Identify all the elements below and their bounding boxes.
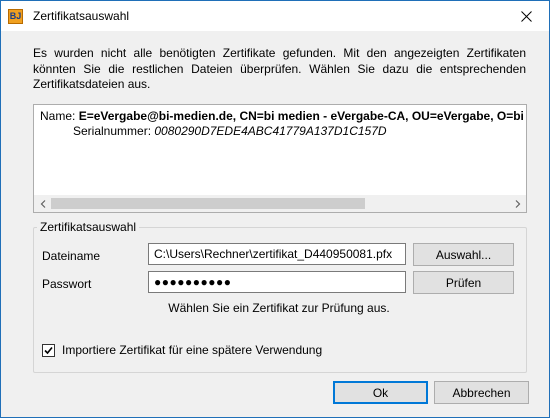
password-field[interactable]: ●●●●●●●●●● [148,271,406,293]
chevron-right-icon [515,199,520,208]
chevron-left-icon [40,199,45,208]
certificate-serial-row: Serialnummer: 0080290D7EDE4ABC41779A137D… [73,124,387,138]
close-button[interactable] [503,1,549,31]
serial-number-value: 0080290D7EDE4ABC41779A137D1C157D [154,124,387,138]
cancel-button[interactable]: Abbrechen [434,381,529,404]
password-label: Passwort [42,277,92,291]
certificate-name-row[interactable]: Name: E=eVergabe@bi-medien.de, CN=bi med… [40,109,524,123]
title-bar[interactable]: BJ Zertifikatsauswahl [1,1,549,31]
hint-text: Wählen Sie ein Zertifikat zur Prüfung au… [1,301,552,315]
hint-text-label: Wählen Sie ein Zertifikat zur Prüfung au… [168,301,390,315]
scrollbar-thumb[interactable] [51,198,365,209]
horizontal-scrollbar[interactable] [34,195,526,212]
serial-number-label: Serialnummer: [73,124,152,138]
check-button[interactable]: Prüfen [413,271,514,294]
window-title: Zertifikatsauswahl [33,9,130,23]
group-legend: Zertifikatsauswahl [37,220,140,234]
info-message: Es wurden nicht alle benötigten Zertifik… [33,46,526,91]
scroll-right-button[interactable] [509,195,526,212]
certificate-name-value: E=eVergabe@bi-medien.de, CN=bi medien - … [78,109,524,123]
certificate-selection-dialog: BJ Zertifikatsauswahl Es wurden nicht al… [0,0,550,418]
filename-field[interactable]: C:\Users\Rechner\zertifikat_D440950081.p… [148,243,406,265]
ok-button[interactable]: Ok [333,381,428,404]
app-logo-icon: BJ [8,9,23,24]
close-icon [520,10,532,22]
certificate-list[interactable]: Name: E=eVergabe@bi-medien.de, CN=bi med… [33,104,527,213]
import-checkbox[interactable] [42,344,55,357]
certificate-name-label: Name: [40,109,76,123]
browse-button[interactable]: Auswahl... [413,243,514,266]
filename-label: Dateiname [42,249,101,263]
scroll-left-button[interactable] [34,195,51,212]
import-checkbox-label[interactable]: Importiere Zertifikat für eine spätere V… [62,343,322,357]
checkmark-icon [44,346,53,355]
